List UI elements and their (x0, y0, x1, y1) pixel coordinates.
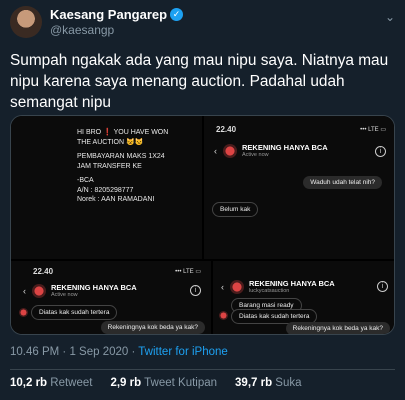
tweet-media[interactable]: HI BRO ❗ YOU HAVE WON THE AUCTION 😺😼 PEM… (10, 115, 395, 335)
quote-value: 2,9 rb (110, 377, 142, 389)
contact-status: Active now (51, 292, 78, 298)
tweet-stats: 10,2 rb Retweet 2,9 rb Tweet Kutipan 39,… (10, 377, 320, 389)
contact-name: REKENING HANYA BCA (249, 279, 335, 288)
chat-header: ‹ REKENING HANYA BCA luckycatsauction (221, 279, 335, 294)
contact-name: REKENING HANYA BCA (242, 143, 328, 152)
message-line: HI BRO ❗ YOU HAVE WON THE AUCTION 😺😼 (77, 129, 169, 146)
status-time: 22.40 (33, 267, 54, 276)
quote-count[interactable]: 2,9 rb Tweet Kutipan (110, 377, 217, 389)
avatar[interactable] (10, 6, 42, 38)
status-time: 22.40 (216, 125, 237, 134)
contact-status: luckycatsauction (249, 288, 290, 294)
user-name[interactable]: Kaesang Pangarep (50, 7, 167, 22)
tweet-timestamp[interactable]: 10.46 PM · 1 Sep 2020 · (10, 346, 138, 358)
info-icon[interactable]: i (377, 281, 388, 292)
status-indicators: ••• LTE ▭ (175, 269, 201, 275)
message-line: Norek : AAN RAMADANI (77, 196, 155, 203)
contact-name: REKENING HANYA BCA (51, 283, 137, 292)
back-icon[interactable]: ‹ (214, 146, 217, 156)
tweet-text: Sumpah ngakak ada yang mau nipu saya. Ni… (10, 52, 389, 111)
quote-label: Tweet Kutipan (141, 377, 218, 389)
chevron-down-icon[interactable]: ⌄ (385, 10, 395, 24)
retweet-value: 10,2 rb (10, 377, 48, 389)
tweet-source-link[interactable]: Twitter for iPhone (138, 346, 227, 358)
status-indicators: ••• LTE ▭ (360, 127, 386, 133)
media-image-4[interactable]: ‹ REKENING HANYA BCA luckycatsauction i … (213, 261, 394, 334)
info-icon[interactable]: i (190, 285, 201, 296)
contact-status: Active now (242, 152, 269, 158)
media-image-2[interactable]: 22.40 ••• LTE ▭ ‹ REKENING HANYA BCA Act… (204, 116, 394, 259)
message-bubble-in: Diatas kak sudah tertera (31, 305, 118, 320)
contact-avatar (223, 143, 237, 158)
message-line: -BCA (77, 177, 94, 184)
contact-avatar (230, 279, 244, 294)
like-value: 39,7 rb (235, 377, 273, 389)
info-icon[interactable]: i (375, 146, 386, 157)
user-handle[interactable]: @kaesangp (50, 23, 183, 37)
chat-header: ‹ REKENING HANYA BCA Active now (214, 143, 328, 158)
contact-mini-avatar (219, 311, 228, 320)
retweet-label: Retweet (47, 377, 93, 389)
back-icon[interactable]: ‹ (23, 286, 26, 296)
message-bubble-out: Rekeningnya kok beda ya kak? (285, 322, 390, 334)
divider (10, 369, 395, 370)
scam-message: HI BRO ❗ YOU HAVE WON THE AUCTION 😺😼 PEM… (77, 128, 177, 205)
chat-header: ‹ REKENING HANYA BCA Active now (23, 283, 137, 298)
like-count[interactable]: 39,7 rb Suka (235, 377, 302, 389)
tweet-meta: 10.46 PM · 1 Sep 2020 · Twitter for iPho… (10, 346, 228, 358)
contact-mini-avatar (19, 308, 28, 317)
message-bubble-out: Rekeningnya kok beda ya kak? (100, 321, 205, 334)
message-bubble-in: Belum kak (212, 202, 259, 217)
message-line: A/N : 8205298777 (77, 186, 134, 194)
media-image-3[interactable]: 22.40 ••• LTE ▭ ‹ REKENING HANYA BCA Act… (11, 261, 211, 334)
verified-icon: ✓ (170, 8, 184, 21)
like-label: Suka (272, 377, 302, 389)
message-line: PEMBAYARAN MAKS 1X24 JAM TRANSFER KE (77, 153, 165, 170)
message-bubble-out: Waduh udah telat nih? (303, 176, 382, 189)
tweet-header: Kaesang Pangarep ✓ @kaesangp (10, 6, 184, 38)
media-image-1[interactable]: HI BRO ❗ YOU HAVE WON THE AUCTION 😺😼 PEM… (11, 116, 202, 259)
back-icon[interactable]: ‹ (221, 282, 224, 292)
retweet-count[interactable]: 10,2 rb Retweet (10, 377, 92, 389)
contact-avatar (32, 283, 46, 298)
